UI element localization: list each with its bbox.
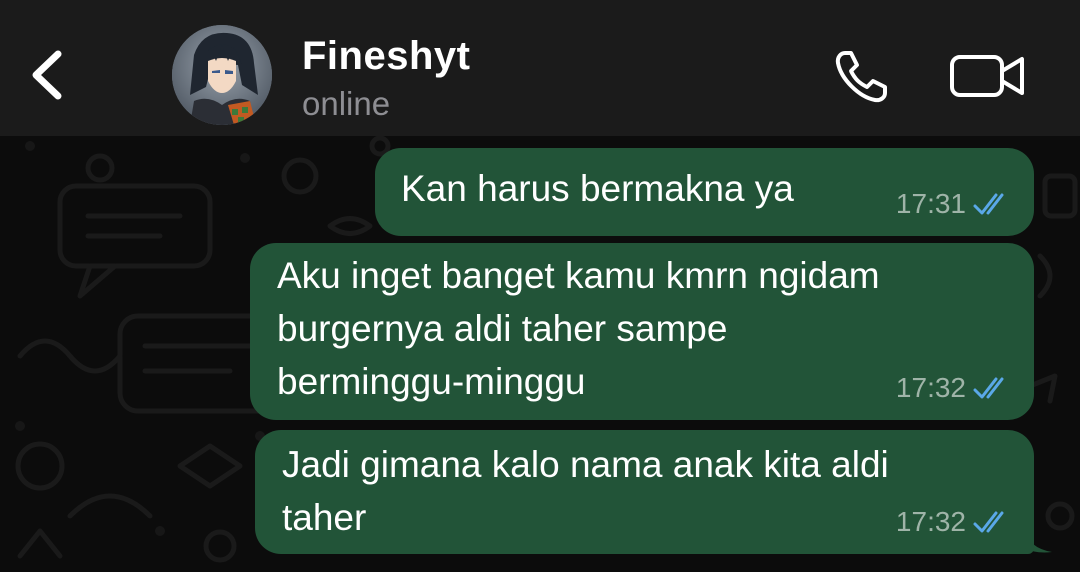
contact-status: online [302,85,391,122]
double-check-icon [973,193,1004,215]
video-camera-icon [950,55,1024,97]
chat-header: Fineshyt online [0,0,1080,136]
phone-icon [835,51,887,103]
message-bubble[interactable]: Jadi gimana kalo nama anak kita aldi tah… [255,430,1034,554]
voice-call-button[interactable] [826,44,896,110]
back-button[interactable] [18,40,74,110]
contact-name[interactable]: Fineshyt [302,34,470,79]
message-meta: 17:32 [896,372,1012,404]
avatar-image [172,25,272,125]
avatar[interactable] [172,25,272,125]
message-tail [1024,528,1052,553]
message-bubble[interactable]: Kan harus bermakna ya 17:31 [375,148,1034,236]
double-check-icon [973,511,1004,533]
message-text: Aku inget banget kamu kmrn ngidam burger… [277,255,880,402]
message-time: 17:32 [895,506,966,537]
message-meta: 17:32 [896,506,1012,538]
chat-screen: Fineshyt online Kan harus bermakna ya 17… [0,0,1080,572]
message-time: 17:32 [895,372,966,403]
message-bubble[interactable]: Aku inget banget kamu kmrn ngidam burger… [250,243,1034,420]
video-call-button[interactable] [946,46,1030,106]
message-text: Kan harus bermakna ya [401,168,794,209]
message-meta: 17:31 [896,188,1012,220]
message-text: Jadi gimana kalo nama anak kita aldi tah… [282,444,889,538]
double-check-icon [973,377,1004,399]
message-time: 17:31 [895,188,966,219]
chevron-left-icon [32,50,62,100]
